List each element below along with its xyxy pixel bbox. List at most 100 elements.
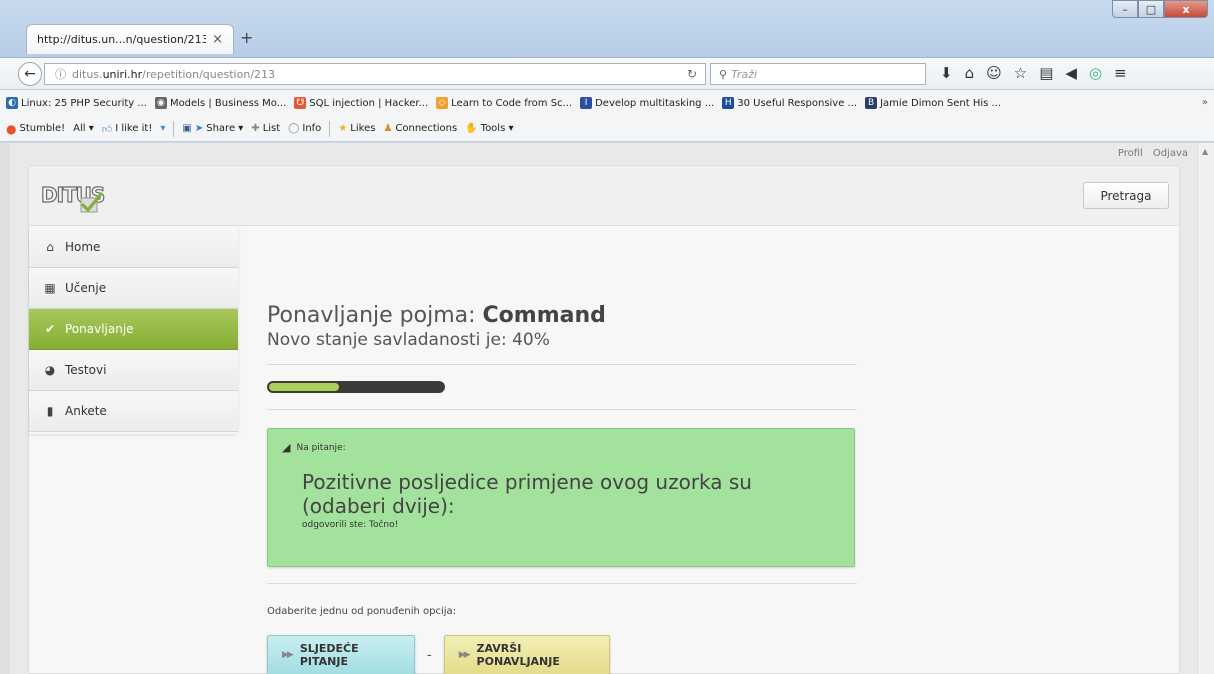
main-content: Ponavljanje pojma: Command Novo stanje s… [267, 227, 857, 674]
progress-fill [269, 383, 339, 391]
maximize-button[interactable]: □ [1138, 0, 1164, 18]
minimize-button[interactable]: – [1112, 0, 1138, 18]
ditus-logo-icon: DITUS [40, 182, 106, 213]
bookmark-star-icon[interactable]: ☆ [1014, 64, 1027, 82]
reload-icon[interactable]: ↻ [687, 67, 697, 81]
pie-chart-icon: ◕ [44, 363, 56, 377]
sidebar-nav: ⌂ Home ▦ Učenje ✔ Ponavljanje ◕ Testovi … [29, 227, 238, 432]
question-text: Pozitivne posljedice primjene ovog uzork… [302, 470, 752, 518]
dislike-button[interactable]: ▾ [160, 123, 165, 134]
share-arrow-icon: ➤ [194, 123, 204, 134]
calendar-icon: ▦ [44, 281, 56, 295]
megaphone-icon: ◢ [282, 441, 291, 454]
bookmark-favicon-icon: ◐ [6, 97, 18, 109]
divider [267, 364, 857, 365]
mastery-progress-bar [267, 381, 445, 393]
download-icon[interactable]: ⬇ [940, 64, 953, 82]
sidebar-item-label: Ponavljanje [65, 322, 134, 336]
sidebar-item-ankete[interactable]: ▮ Ankete [29, 391, 238, 432]
question-label: Na pitanje: [296, 442, 346, 453]
menu-icon[interactable]: ≡ [1114, 64, 1127, 82]
app-header: DITUS Pretraga [29, 166, 1179, 226]
browser-navbar: ← ⓘ ditus.uniri.hr/repetition/question/2… [0, 58, 1214, 90]
search-placeholder: Traži [731, 67, 758, 81]
url-text: ditus.uniri.hr/repetition/question/213 [72, 67, 276, 81]
tab-title: http://ditus.un...n/question/213 [37, 33, 207, 46]
likes-button[interactable]: ★ Likes [338, 123, 375, 134]
bookmark-favicon-icon: B [865, 97, 878, 109]
new-tab-button[interactable]: + [240, 28, 253, 47]
search-button[interactable]: Pretraga [1083, 182, 1169, 209]
ditus-logo[interactable]: DITUS [40, 180, 106, 216]
thumbs-up-icon: 👍︎ [101, 123, 113, 135]
bookmark-item[interactable]: ◉ Models | Business Mo... [154, 97, 286, 109]
bookmark-item[interactable]: ◇ Learn to Code from Sc... [436, 97, 572, 109]
bookmark-item[interactable]: H 30 Useful Responsive ... [722, 97, 857, 109]
close-window-button[interactable]: x [1164, 0, 1208, 18]
list-button[interactable]: ✚ List [251, 123, 280, 134]
browser-titlebar: http://ditus.un...n/question/213 × + – □… [0, 0, 1214, 58]
bookmark-item[interactable]: I Develop multitasking ... [580, 97, 714, 109]
page-title: Ponavljanje pojma: Command [267, 303, 606, 328]
facebook-icon: ▣ [182, 123, 192, 134]
question-box: ◢ Na pitanje: Pozitivne posljedice primj… [267, 428, 855, 567]
site-info-icon[interactable]: ⓘ [55, 66, 66, 82]
choose-option-text: Odaberite jednu od ponuđenih opcija: [267, 606, 457, 617]
stumbleupon-toolbar: ● Stumble! All ▾ 👍︎ I like it! ▾ ▣ ➤ Share ▾… [0, 116, 1214, 142]
profile-link[interactable]: Profil [1118, 148, 1143, 159]
sidebar-item-testovi[interactable]: ◕ Testovi [29, 350, 238, 391]
bookmark-item[interactable]: ☋ SQL injection | Hacker... [294, 97, 428, 109]
browser-toolbar-icons: ⬇ ⌂ ☺ ☆ ▤ ◀ ◎ ≡ [940, 64, 1127, 82]
reading-list-icon[interactable]: ▤ [1039, 64, 1053, 82]
term-name: Command [482, 303, 606, 328]
connections-button[interactable]: ♟ Connections [383, 123, 457, 134]
app-container: DITUS Pretraga ⌂ Home ▦ Učenje ✔ Ponavlj… [28, 165, 1180, 674]
sidebar-item-home[interactable]: ⌂ Home [29, 227, 238, 268]
logout-link[interactable]: Odjava [1153, 148, 1188, 159]
bookmark-favicon-icon: ◉ [154, 97, 167, 109]
tools-dropdown[interactable]: ✋ Tools ▾ [465, 123, 513, 134]
tools-icon: ✋ [465, 123, 478, 134]
page-left-edge [0, 143, 10, 674]
bookmarks-overflow-icon[interactable]: » [1202, 97, 1208, 108]
tab-close-icon[interactable]: × [212, 32, 223, 47]
grammarly-icon[interactable]: ◎ [1089, 64, 1102, 82]
home-browser-icon[interactable]: ⌂ [965, 64, 975, 82]
sidebar-item-label: Testovi [65, 363, 107, 377]
back-button[interactable]: ← [18, 62, 42, 86]
clipboard-icon: ▮ [46, 404, 54, 418]
speech-bubble-icon: ◯ [288, 123, 300, 134]
sidebar-item-label: Ankete [65, 404, 107, 418]
bookmark-item[interactable]: B Jamie Dimon Sent His ... [865, 97, 1001, 109]
scroll-up-arrow-icon[interactable]: ▲ [1202, 147, 1208, 156]
all-dropdown[interactable]: All ▾ [73, 123, 94, 134]
url-bar[interactable]: ⓘ ditus.uniri.hr/repetition/question/213… [44, 63, 706, 85]
sidebar-item-ponavljanje[interactable]: ✔ Ponavljanje [29, 309, 238, 350]
bookmark-favicon-icon: ☋ [294, 97, 307, 109]
chat-icon[interactable]: ☺ [986, 64, 1002, 82]
page-viewport: Profil Odjava DITUS Pretraga ⌂ Home ▦ Uč… [0, 143, 1214, 674]
stumble-button[interactable]: ● Stumble! [6, 122, 65, 136]
fast-forward-icon: ▶▶ [282, 650, 294, 660]
answer-feedback: odgovorili ste: Točno! [302, 520, 399, 530]
next-question-button[interactable]: ▶▶ SLJEDEĆE PITANJE [267, 635, 415, 674]
search-bar[interactable]: ⚲ Traži [710, 63, 926, 85]
plus-icon: ✚ [251, 123, 260, 134]
sidebar-item-label: Home [65, 240, 101, 254]
send-icon[interactable]: ◀ [1065, 64, 1077, 82]
sidebar-item-ucenje[interactable]: ▦ Učenje [29, 268, 238, 309]
share-button[interactable]: ▣ ➤ Share ▾ [182, 123, 243, 134]
back-arrow-icon: ← [24, 66, 36, 82]
stumbleupon-icon: ● [6, 121, 17, 136]
fast-forward-icon: ▶▶ [458, 650, 471, 660]
like-button[interactable]: 👍︎ I like it! [102, 123, 153, 135]
divider [267, 409, 857, 410]
browser-tab[interactable]: http://ditus.un...n/question/213 × [26, 24, 234, 54]
info-button[interactable]: ◯ Info [288, 123, 321, 134]
user-links: Profil Odjava [1118, 148, 1188, 159]
bookmarks-bar: ◐ Linux: 25 PHP Security ... ◉ Models | Bu… [0, 90, 1214, 116]
page-scrollbar[interactable]: ▲ [1197, 143, 1214, 674]
finish-repetition-button[interactable]: ▶▶ ZAVRŠI PONAVLJANJE [443, 635, 610, 674]
window-controls: – □ x [1112, 0, 1208, 18]
bookmark-item[interactable]: ◐ Linux: 25 PHP Security ... [6, 97, 147, 109]
